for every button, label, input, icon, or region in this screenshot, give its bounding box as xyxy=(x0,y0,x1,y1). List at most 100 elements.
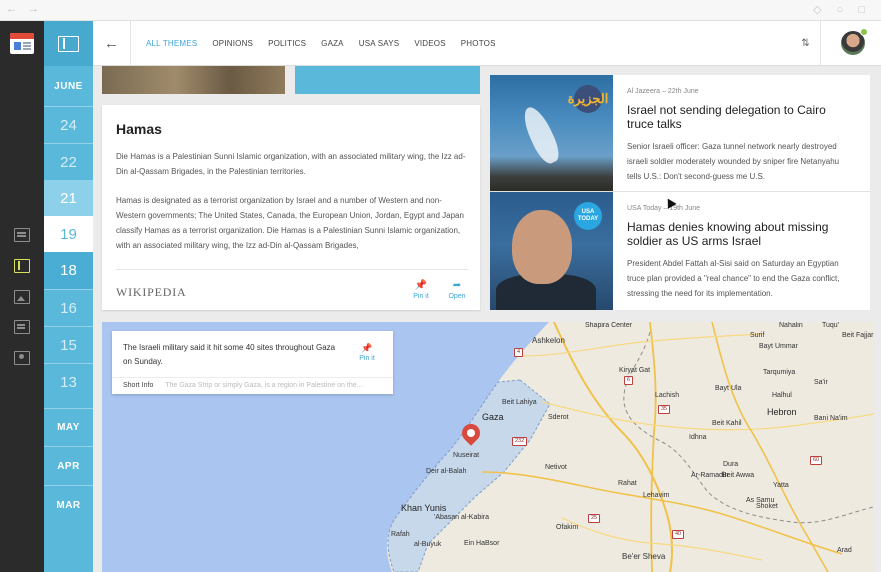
short-info-value: The Gaza Strip or simply Gaza, is a regi… xyxy=(165,382,363,389)
map-label-bayt-ula: Bayt Ula xyxy=(715,385,742,392)
user-avatar[interactable] xyxy=(841,28,868,55)
tab-politics[interactable]: POLITICS xyxy=(268,39,306,48)
road-shield: 232 xyxy=(512,437,528,446)
pin-it-button[interactable]: 📌 Pin it xyxy=(406,280,436,300)
map-label-deir-al-balah: Deir al-Balah xyxy=(426,468,467,475)
map-label-al-buyuk: al-Buyuk xyxy=(414,541,442,548)
map-info-card: The Israeli military said it hit some 40… xyxy=(112,331,393,394)
app-window: ← → ◇ ○ □ JUNE 24 22 21 19 18 16 15 13 M… xyxy=(0,0,881,572)
map-label-beit-kahil: Beit Kahil xyxy=(712,420,742,427)
tab-gaza[interactable]: GAZA xyxy=(321,39,344,48)
pin-it-button[interactable]: 📌 Pin it xyxy=(352,343,382,362)
window-controls-icons[interactable]: ◇ ○ □ xyxy=(813,3,871,16)
day-item[interactable]: 15 xyxy=(44,326,93,363)
month-label-apr[interactable]: APR xyxy=(44,446,93,485)
theme-tabs: ALL THEMES OPINIONS POLITICS GAZA USA SA… xyxy=(146,21,511,66)
card-paragraph: Die Hamas is a Palestinian Sunni Islamic… xyxy=(116,152,466,176)
month-label-may[interactable]: MAY xyxy=(44,408,93,446)
news-title[interactable]: Israel not sending delegation to Cairo t… xyxy=(627,103,853,131)
news-meta: USA Today – 19th June xyxy=(627,205,701,212)
map-label-beit-lahiya: Beit Lahiya xyxy=(502,399,537,406)
day-item[interactable]: 16 xyxy=(44,289,93,326)
news-card[interactable]: الجزيرة Al Jazeera – 22th June Israel no… xyxy=(490,75,870,192)
wikipedia-card: Hamas Die Hamas is a Palestinian Sunni I… xyxy=(102,105,480,310)
image-view-icon[interactable] xyxy=(14,290,30,304)
map-label-nahalin: Nahalin xyxy=(779,322,803,329)
tab-opinions[interactable]: OPINIONS xyxy=(212,39,253,48)
map-label-beit-fajjar: Beit Fajjar xyxy=(842,332,874,339)
pin-icon: 📌 xyxy=(361,343,373,353)
arrow-left-icon: ← xyxy=(104,35,119,52)
back-button[interactable]: ← xyxy=(93,21,131,66)
map-view[interactable]: Ashkelon Shapira Center Kiryat Gat Lachi… xyxy=(102,322,874,572)
map-label-lehavim: Lehavim xyxy=(643,492,670,499)
color-card-partial[interactable] xyxy=(295,66,480,94)
map-label-rafah: Rafah xyxy=(391,531,410,538)
open-button[interactable]: ➦ Open xyxy=(442,280,472,300)
day-item[interactable]: 22 xyxy=(44,143,93,180)
map-label-khan-yunis: Khan Yunis xyxy=(401,503,447,513)
map-label-netivot: Netivot xyxy=(545,464,567,471)
sidebar-toggle-icon xyxy=(58,35,79,52)
road-shield: 4 xyxy=(514,348,524,357)
month-label-mar[interactable]: MAR xyxy=(44,485,93,524)
short-info-row[interactable]: Short Info The Gaza Strip or simply Gaza… xyxy=(112,377,393,394)
map-label-dura: Dura xyxy=(723,461,739,468)
calendar-app-icon[interactable] xyxy=(10,33,34,54)
tab-usa-says[interactable]: USA SAYS xyxy=(359,39,400,48)
map-label-beer-sheva: Be'er Sheva xyxy=(622,552,666,561)
day-item[interactable]: 24 xyxy=(44,106,93,143)
pin-icon: 📌 xyxy=(414,280,428,291)
map-label-hebron: Hebron xyxy=(767,407,797,417)
card-title: Hamas xyxy=(116,121,162,137)
browser-nav-icons[interactable]: ← → xyxy=(6,3,43,15)
map-label-nuseirat: Nuseirat xyxy=(453,452,480,459)
notification-badge xyxy=(860,28,868,36)
top-bar: ← ALL THEMES OPINIONS POLITICS GAZA USA … xyxy=(93,21,881,66)
photo-card-partial[interactable] xyxy=(102,66,285,94)
day-item[interactable]: 18 xyxy=(44,252,93,289)
window-titlebar: ← → ◇ ○ □ xyxy=(0,0,881,21)
map-label-shoket: Shoket xyxy=(756,503,778,510)
map-label-bani-naim: Bani Na'im xyxy=(814,415,848,422)
article-view-icon[interactable] xyxy=(14,259,30,273)
news-meta: Al Jazeera – 22th June xyxy=(627,88,699,95)
sidebar-toggle-button[interactable] xyxy=(44,21,93,66)
road-shield: 35 xyxy=(658,405,671,414)
list-view-icon[interactable] xyxy=(14,228,30,242)
map-label-bayt-ummar: Bayt Ummar xyxy=(759,343,798,350)
map-label-kiryat-gat: Kiryat Gat xyxy=(619,367,651,374)
map-label-abasan: 'Abasan al-Kabira xyxy=(434,514,490,521)
map-card-text: The Israeli military said it hit some 40… xyxy=(123,343,336,366)
al-jazeera-logo-icon: الجزيرة xyxy=(568,85,608,113)
day-item-selected[interactable]: 21 xyxy=(44,180,93,216)
short-info-label: Short Info xyxy=(123,382,154,389)
map-label-halhul: Halhul xyxy=(772,392,792,399)
map-label-idhna: Idhna xyxy=(689,434,707,441)
road-shield: 25 xyxy=(588,514,601,523)
road-shield: 60 xyxy=(810,456,823,465)
map-label-sderot: Sderot xyxy=(548,414,569,421)
profile-card-icon[interactable] xyxy=(14,351,30,365)
map-label-ashkelon: Ashkelon xyxy=(532,336,565,345)
news-title[interactable]: Hamas denies knowing about missing soldi… xyxy=(627,220,853,248)
timeline-column: JUNE 24 22 21 19 18 16 15 13 MAY APR MAR xyxy=(44,21,93,572)
news-summary: President Abdel Fattah al-Sisi said on S… xyxy=(627,259,840,298)
map-label-ofakim: Ofakim xyxy=(556,524,579,531)
day-item[interactable]: 13 xyxy=(44,363,93,400)
day-item-current[interactable]: 19 xyxy=(44,216,93,252)
map-label-ein-habsor: Ein HaBsor xyxy=(464,540,500,547)
wikipedia-logo: WIKIPEDIA xyxy=(116,285,187,299)
map-label-tuqu: Tuqu' xyxy=(822,322,840,329)
sort-button[interactable]: ⇅ xyxy=(791,21,821,66)
map-label-yatta: Yatta xyxy=(773,482,789,489)
news-card[interactable]: USA TODAY USA Today – 19th June Hamas de… xyxy=(490,192,870,310)
card-paragraph: Hamas is designated as a terrorist organ… xyxy=(116,196,464,250)
tab-all-themes[interactable]: ALL THEMES xyxy=(146,39,197,48)
road-shield: 40 xyxy=(672,530,685,539)
month-label-june[interactable]: JUNE xyxy=(44,66,93,106)
main-content: Hamas Die Hamas is a Palestinian Sunni I… xyxy=(93,66,881,572)
tab-videos[interactable]: VIDEOS xyxy=(414,39,445,48)
tab-photos[interactable]: PHOTOS xyxy=(461,39,496,48)
comments-icon[interactable] xyxy=(14,320,30,334)
